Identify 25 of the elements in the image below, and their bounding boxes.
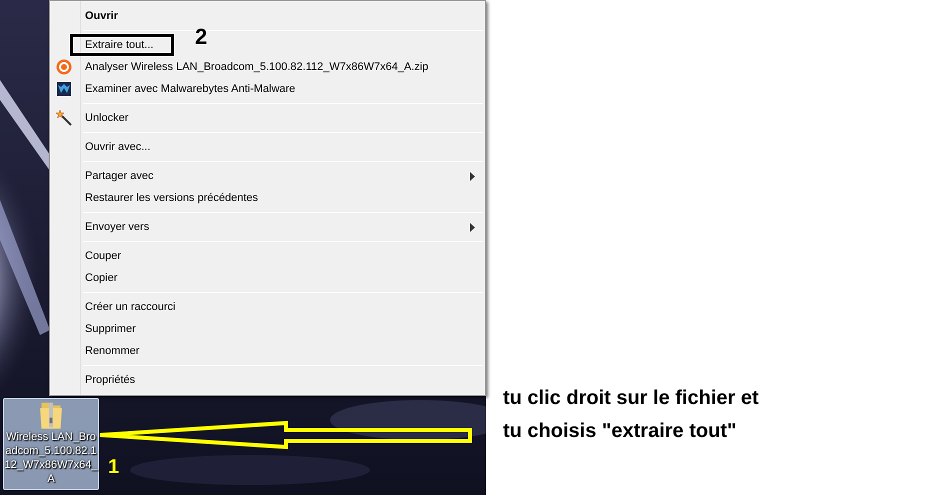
menu-item[interactable]: Examiner avec Malwarebytes Anti-Malware [50, 78, 326, 100]
menu-item[interactable]: Unlocker [50, 107, 158, 129]
shield-m-icon [57, 82, 71, 96]
magic-wand-icon [56, 110, 72, 126]
step-number: 2 [195, 26, 208, 48]
menu-item[interactable]: Analyser Wireless LAN_Broadcom_5.100.82.112_W7x86W7x64_A.zip [50, 56, 458, 78]
ring-icon [56, 59, 72, 75]
instruction-text: tu clic droit sur le fichier et tu choisis "extraire tout" [503, 386, 760, 444]
menu-item[interactable]: Créer un raccourci [50, 296, 206, 318]
zip-folder-icon [37, 400, 65, 430]
menu-item[interactable]: Partager avec [50, 165, 485, 187]
menu-item[interactable]: Extraire tout... [50, 34, 184, 56]
menu-item[interactable]: Restaurer les versions précédentes [50, 187, 288, 209]
file-name: Wireless LAN_Broadcom_5.100.82.112_W7x86W7x64_A [4, 430, 98, 486]
menu-item[interactable]: Ouvrir [50, 5, 148, 27]
menu-item[interactable]: Couper [50, 245, 152, 267]
menu-item[interactable]: Envoyer vers [50, 216, 485, 238]
menu-item[interactable]: Supprimer [50, 318, 166, 340]
submenu-arrow-icon [470, 172, 475, 180]
menu-item[interactable]: Ouvrir avec... [50, 136, 180, 158]
menu-item[interactable]: Copier [50, 267, 148, 289]
step-number: 1 [108, 457, 120, 477]
submenu-arrow-icon [470, 222, 475, 232]
menu-item[interactable]: Propriétés [50, 369, 166, 391]
menu-item[interactable]: Renommer [50, 340, 170, 362]
